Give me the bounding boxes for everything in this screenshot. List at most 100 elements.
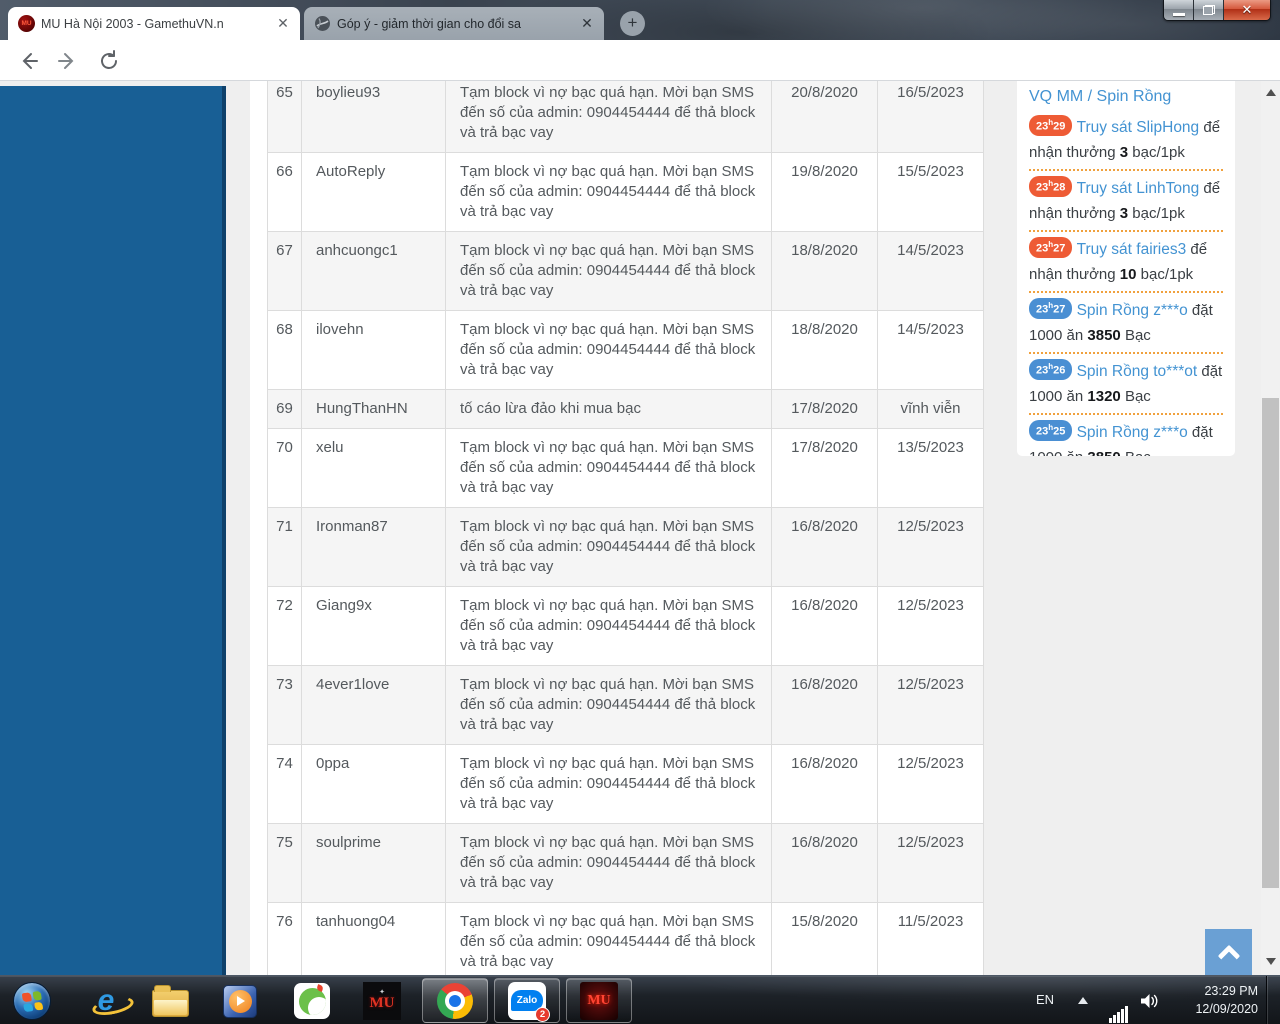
mu-game-text: MU bbox=[587, 992, 611, 1008]
cell-date-blocked: 18/8/2020 bbox=[771, 231, 878, 311]
reload-icon[interactable] bbox=[97, 49, 121, 73]
site-left-background bbox=[0, 86, 226, 975]
windows-logo-icon bbox=[13, 982, 51, 1020]
feed-unit-text: bạc/1pk bbox=[1140, 266, 1194, 283]
bar bbox=[1113, 1015, 1116, 1023]
chrome-taskbar-button[interactable] bbox=[422, 978, 488, 1023]
cell-date-until: 12/5/2023 bbox=[877, 507, 984, 587]
back-icon[interactable] bbox=[16, 49, 40, 73]
table-row: 72 Giang9x Tạm block vì nợ bạc quá hạn. … bbox=[267, 586, 984, 666]
desktop-screen: MU MU Hà Nội 2003 - GamethuVN.n ✕ Góp ý … bbox=[0, 0, 1280, 1024]
feed-separator bbox=[1029, 413, 1223, 415]
feed-player-link[interactable]: Truy sát fairies3 bbox=[1077, 241, 1187, 258]
mu-launcher-icon: ✦ MU bbox=[363, 982, 401, 1020]
feed-amount: 1320 bbox=[1087, 388, 1121, 405]
forward-icon[interactable] bbox=[56, 49, 80, 73]
new-tab-button[interactable]: + bbox=[620, 11, 645, 36]
mu-game-taskbar-button[interactable]: MU bbox=[566, 978, 632, 1023]
minimize-button[interactable] bbox=[1164, 0, 1194, 20]
cell-reason: Tạm block vì nợ bạc quá hạn. Mời bạn SMS… bbox=[445, 902, 772, 975]
bar bbox=[1121, 1009, 1124, 1023]
scroll-down-icon[interactable] bbox=[1266, 958, 1276, 965]
feed-player-link[interactable]: Spin Rồng z***o bbox=[1077, 424, 1188, 441]
mu-launcher-button[interactable]: ✦ MU bbox=[362, 981, 402, 1021]
flag-green bbox=[31, 990, 42, 1000]
cell-username: ilovehn bbox=[301, 310, 446, 390]
feed-unit-text: Bạc bbox=[1124, 327, 1151, 344]
cell-reason: Tạm block vì nợ bạc quá hạn. Mời bạn SMS… bbox=[445, 586, 772, 666]
restore-button[interactable] bbox=[1194, 0, 1224, 20]
internet-explorer-button[interactable]: e bbox=[86, 981, 135, 1021]
show-hidden-icons-icon[interactable] bbox=[1078, 997, 1088, 1004]
cell-date-until: 15/5/2023 bbox=[877, 152, 984, 232]
cell-date-until: 12/5/2023 bbox=[877, 744, 984, 824]
tab-gop-y[interactable]: Góp ý - giảm thời gian cho đổi sa ✕ bbox=[304, 7, 604, 40]
coccoc-icon bbox=[294, 983, 330, 1019]
tab-close-icon[interactable]: ✕ bbox=[578, 15, 596, 33]
table-row: 73 4ever1love Tạm block vì nợ bạc quá hạ… bbox=[267, 665, 984, 745]
cell-date-until: 14/5/2023 bbox=[877, 310, 984, 390]
file-explorer-button[interactable] bbox=[150, 981, 190, 1021]
cell-date-blocked: 17/8/2020 bbox=[771, 428, 878, 508]
close-icon: ✕ bbox=[1241, 2, 1253, 17]
table-row: 76 tanhuong04 Tạm block vì nợ bạc quá hạ… bbox=[267, 902, 984, 975]
restore-icon bbox=[1202, 5, 1215, 15]
cell-username: anhcuongc1 bbox=[301, 231, 446, 311]
cell-reason: Tạm block vì nợ bạc quá hạn. Mời bạn SMS… bbox=[445, 81, 772, 153]
feed-player-link[interactable]: Truy sát LinhTong bbox=[1077, 180, 1200, 197]
start-button[interactable] bbox=[12, 981, 52, 1021]
zalo-icon: Zalo 2 bbox=[508, 981, 550, 1022]
cell-date-blocked: 20/8/2020 bbox=[771, 81, 878, 153]
tab-mu-hanoi[interactable]: MU MU Hà Nội 2003 - GamethuVN.n ✕ bbox=[8, 7, 300, 40]
cell-date-blocked: 18/8/2020 bbox=[771, 310, 878, 390]
cell-date-blocked: 17/8/2020 bbox=[771, 389, 878, 429]
table-row: 69 HungThanHN tố cáo lừa đảo khi mua bạc… bbox=[267, 389, 984, 429]
clock[interactable]: 23:29 PM 12/09/2020 bbox=[1166, 982, 1258, 1018]
ie-ring bbox=[90, 993, 135, 1019]
cell-date-blocked: 16/8/2020 bbox=[771, 507, 878, 587]
network-signal-icon[interactable] bbox=[1109, 1006, 1128, 1023]
cell-number: 75 bbox=[267, 823, 302, 903]
volume-icon[interactable] bbox=[1140, 993, 1160, 1009]
coccoc-browser-button[interactable] bbox=[292, 981, 332, 1021]
tray-date: 12/09/2020 bbox=[1195, 1002, 1258, 1016]
cell-number: 68 bbox=[267, 310, 302, 390]
windows-taskbar: e ✦ MU Zalo 2 MU EN 23:29 PM 12/09/2020 bbox=[0, 975, 1280, 1024]
cell-date-blocked: 16/8/2020 bbox=[771, 744, 878, 824]
close-button[interactable]: ✕ bbox=[1224, 0, 1270, 20]
page-scrollbar[interactable] bbox=[1261, 81, 1280, 975]
feed-header-link[interactable]: VQ MM / Spin Rồng bbox=[1029, 85, 1223, 109]
scrollbar-thumb[interactable] bbox=[1262, 398, 1279, 888]
feed-amount: 3850 bbox=[1087, 327, 1121, 344]
cell-number: 65 bbox=[267, 81, 302, 153]
tab-title: MU Hà Nội 2003 - GamethuVN.n bbox=[41, 16, 224, 31]
flag-red bbox=[21, 991, 31, 1002]
cell-number: 76 bbox=[267, 902, 302, 975]
tab-title: Góp ý - giảm thời gian cho đổi sa bbox=[337, 16, 521, 31]
cell-date-until: 12/5/2023 bbox=[877, 586, 984, 666]
feed-item: 23h28 Truy sát LinhTong để nhận thưởng 3… bbox=[1029, 176, 1223, 226]
feed-amount: 3850 bbox=[1087, 449, 1120, 456]
feed-item: 23h27 Spin Rồng z***o đặt 1000 ăn 3850 B… bbox=[1029, 298, 1223, 348]
feed-amount: 10 bbox=[1119, 266, 1137, 283]
feed-unit-text: bạc/1pk bbox=[1132, 144, 1185, 161]
feed-player-link[interactable]: Spin Rồng z***o bbox=[1077, 302, 1188, 319]
show-desktop-button[interactable] bbox=[1266, 976, 1280, 1024]
feed-inline-text: để bbox=[1190, 241, 1208, 258]
cell-date-until: 12/5/2023 bbox=[877, 665, 984, 745]
feed-player-link[interactable]: Truy sát SlipHong bbox=[1077, 119, 1200, 136]
windows-flag bbox=[21, 990, 43, 1012]
feed-separator bbox=[1029, 230, 1223, 232]
flag-yellow bbox=[33, 1000, 43, 1011]
feed-player-link[interactable]: Spin Rồng to***ot bbox=[1077, 363, 1198, 380]
cell-number: 71 bbox=[267, 507, 302, 587]
language-indicator[interactable]: EN bbox=[1036, 992, 1054, 1007]
cell-reason: Tạm block vì nợ bạc quá hạn. Mời bạn SMS… bbox=[445, 665, 772, 745]
cell-number: 67 bbox=[267, 231, 302, 311]
bar bbox=[1117, 1012, 1120, 1023]
zalo-taskbar-button[interactable]: Zalo 2 bbox=[494, 978, 560, 1023]
media-player-button[interactable] bbox=[220, 981, 260, 1021]
scroll-up-icon[interactable] bbox=[1266, 89, 1276, 96]
back-to-top-button[interactable] bbox=[1205, 929, 1252, 975]
tab-close-icon[interactable]: ✕ bbox=[274, 15, 292, 33]
